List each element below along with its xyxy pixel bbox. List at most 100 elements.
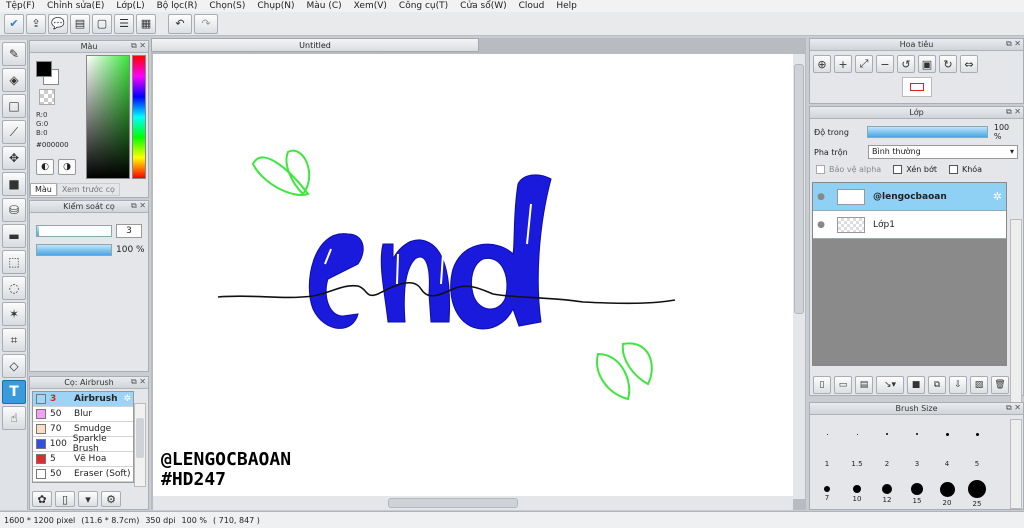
palette-icon[interactable]: ◐ bbox=[36, 159, 54, 175]
menu-select[interactable]: Chọn(S) bbox=[203, 1, 251, 11]
select-pen-tool-icon[interactable]: ⌗ bbox=[2, 328, 26, 352]
zoom-icon[interactable]: ⊕ bbox=[813, 55, 831, 73]
flip-icon[interactable]: ⇔ bbox=[960, 55, 978, 73]
menu-filter[interactable]: Bộ lọc(R) bbox=[151, 1, 204, 11]
reset-icon[interactable]: ▣ bbox=[918, 55, 936, 73]
menu-help[interactable]: Help bbox=[550, 1, 583, 11]
brush-size-option[interactable]: 20 bbox=[932, 479, 962, 509]
document-icon[interactable]: ▢ bbox=[92, 13, 112, 34]
add-brush-icon[interactable]: ✿ bbox=[32, 491, 52, 507]
horizontal-scrollbar[interactable] bbox=[153, 496, 793, 510]
folder-icon[interactable]: ■ bbox=[907, 376, 925, 394]
size-value[interactable]: 3 bbox=[116, 224, 142, 238]
copy-layer-icon[interactable]: ⧉ bbox=[928, 376, 946, 394]
clear-layer-icon[interactable]: ▨ bbox=[970, 376, 988, 394]
panel-close-icon[interactable]: ⧉ ✕ bbox=[1006, 107, 1021, 117]
brush-menu-icon[interactable]: ▾ bbox=[78, 491, 98, 507]
brush-size-label-cell[interactable]: 1.5 bbox=[842, 449, 872, 479]
brush-item-blur[interactable]: 50 Blur bbox=[33, 407, 133, 422]
tab-brush-preview[interactable]: Xem trước cọ bbox=[56, 183, 120, 196]
select-eraser-tool-icon[interactable]: ◇ bbox=[2, 354, 26, 378]
brush-size-label-cell[interactable]: 2 bbox=[872, 449, 902, 479]
gear-icon[interactable]: ✲ bbox=[123, 394, 133, 404]
panel-close-icon[interactable]: ⧉ ✕ bbox=[1006, 403, 1021, 413]
menu-window[interactable]: Cửa sổ(W) bbox=[454, 1, 512, 11]
export-icon[interactable]: ⇪ bbox=[26, 13, 46, 34]
gear-icon[interactable]: ✲ bbox=[993, 190, 1006, 203]
brush-settings-icon[interactable]: ⚙ bbox=[101, 491, 121, 507]
vertical-scrollbar[interactable] bbox=[793, 54, 805, 499]
tab-color[interactable]: Màu bbox=[30, 183, 57, 196]
brush-size-option[interactable] bbox=[812, 419, 842, 449]
brush-size-option[interactable] bbox=[842, 419, 872, 449]
panel-close-icon[interactable]: ⧉ ✕ bbox=[1006, 39, 1021, 49]
message-icon[interactable]: ▤ bbox=[70, 13, 90, 34]
layer-menu-icon[interactable]: ↘▾ bbox=[876, 376, 904, 394]
zoom-out-icon[interactable]: − bbox=[876, 55, 894, 73]
pen-tool-icon[interactable]: ✎ bbox=[2, 42, 26, 66]
brush-size-label-cell[interactable]: 5 bbox=[962, 449, 992, 479]
document-tab[interactable]: Untitled bbox=[151, 38, 479, 52]
color-set-icon[interactable]: ◑ bbox=[58, 159, 76, 175]
panel-close-icon[interactable]: ⧉ ✕ bbox=[131, 41, 146, 51]
lock-checkbox[interactable]: Khóa bbox=[948, 165, 982, 174]
new-layer-icon[interactable]: ▯ bbox=[813, 376, 831, 394]
brush-size-option[interactable] bbox=[932, 419, 962, 449]
menu-file[interactable]: Tệp(F) bbox=[0, 1, 41, 11]
menu-cloud[interactable]: Cloud bbox=[513, 1, 551, 11]
select-rect-tool-icon[interactable]: ⬚ bbox=[2, 250, 26, 274]
rotate-right-icon[interactable]: ↻ bbox=[939, 55, 957, 73]
brush-item-flower[interactable]: 5 Vẽ Hoa bbox=[33, 452, 133, 467]
grid-icon[interactable]: ▦ bbox=[136, 13, 156, 34]
check-icon[interactable]: ✔ bbox=[4, 13, 24, 34]
brush-size-label-cell[interactable]: 1 bbox=[812, 449, 842, 479]
brush-size-option[interactable]: 7 bbox=[812, 479, 842, 509]
brush-size-option[interactable]: 12 bbox=[872, 479, 902, 509]
bucket-tool-icon[interactable]: ⛁ bbox=[2, 198, 26, 222]
menu-tools[interactable]: Công cụ(T) bbox=[393, 1, 454, 11]
menu-view[interactable]: Xem(V) bbox=[348, 1, 393, 11]
brush-size-option[interactable]: 15 bbox=[902, 479, 932, 509]
brush-size-label-cell[interactable]: 4 bbox=[932, 449, 962, 479]
layer-item-layer1[interactable]: ● Lớp1 bbox=[813, 211, 1006, 239]
text-tool-icon[interactable]: T bbox=[2, 380, 26, 404]
gradient-tool-icon[interactable]: ▬ bbox=[2, 224, 26, 248]
magic-wand-tool-icon[interactable]: ✶ bbox=[2, 302, 26, 326]
list-icon[interactable]: ☰ bbox=[114, 13, 134, 34]
new-brush-icon[interactable]: ▯ bbox=[55, 491, 75, 507]
brush-list-scrollbar[interactable] bbox=[134, 403, 146, 487]
brush-size-option[interactable]: 25 bbox=[962, 479, 992, 509]
zoom-in-icon[interactable]: + bbox=[834, 55, 852, 73]
brush-size-scrollbar[interactable] bbox=[1010, 419, 1022, 509]
clip-checkbox[interactable]: Xén bớt bbox=[893, 165, 937, 174]
undo-icon[interactable]: ↶ bbox=[168, 13, 192, 34]
hand-tool-icon[interactable]: ☝ bbox=[2, 406, 26, 430]
menu-edit[interactable]: Chỉnh sửa(E) bbox=[41, 1, 110, 11]
brush-item-eraser[interactable]: 50 Eraser (Soft) bbox=[33, 467, 133, 482]
chat-icon[interactable]: 💬 bbox=[48, 13, 68, 34]
rotate-left-icon[interactable]: ↺ bbox=[897, 55, 915, 73]
menu-color[interactable]: Màu (C) bbox=[301, 1, 348, 11]
fit-icon[interactable]: ⤢ bbox=[855, 55, 873, 73]
brush-item-sparkle[interactable]: 100 Sparkle Brush bbox=[33, 434, 133, 454]
layer-opacity-slider[interactable] bbox=[867, 126, 988, 138]
panel-close-icon[interactable]: ⧉ ✕ bbox=[131, 201, 146, 211]
visibility-icon[interactable]: ● bbox=[813, 220, 829, 230]
size-slider[interactable] bbox=[36, 225, 112, 237]
lasso-tool-icon[interactable]: ◌ bbox=[2, 276, 26, 300]
eraser-tool-icon[interactable]: ◈ bbox=[2, 68, 26, 92]
menu-capture[interactable]: Chụp(N) bbox=[251, 1, 300, 11]
merge-layer-icon[interactable]: ⇩ bbox=[949, 376, 967, 394]
blend-mode-select[interactable]: Bình thường ▾ bbox=[868, 145, 1018, 159]
new-folder-layer-icon[interactable]: ▤ bbox=[855, 376, 873, 394]
brush-size-option[interactable]: 10 bbox=[842, 479, 872, 509]
panel-close-icon[interactable]: ⧉ ✕ bbox=[131, 377, 146, 387]
hue-slider[interactable] bbox=[132, 55, 146, 179]
brush-item-airbrush[interactable]: 3 Airbrush ✲ bbox=[33, 392, 133, 407]
opacity-slider[interactable] bbox=[36, 244, 112, 256]
brush-size-option[interactable] bbox=[902, 419, 932, 449]
protect-alpha-checkbox[interactable]: Bảo vệ alpha bbox=[816, 165, 881, 174]
fill-rect-tool-icon[interactable]: ■ bbox=[2, 172, 26, 196]
menu-layer[interactable]: Lớp(L) bbox=[110, 1, 150, 11]
brush-size-label-cell[interactable]: 3 bbox=[902, 449, 932, 479]
